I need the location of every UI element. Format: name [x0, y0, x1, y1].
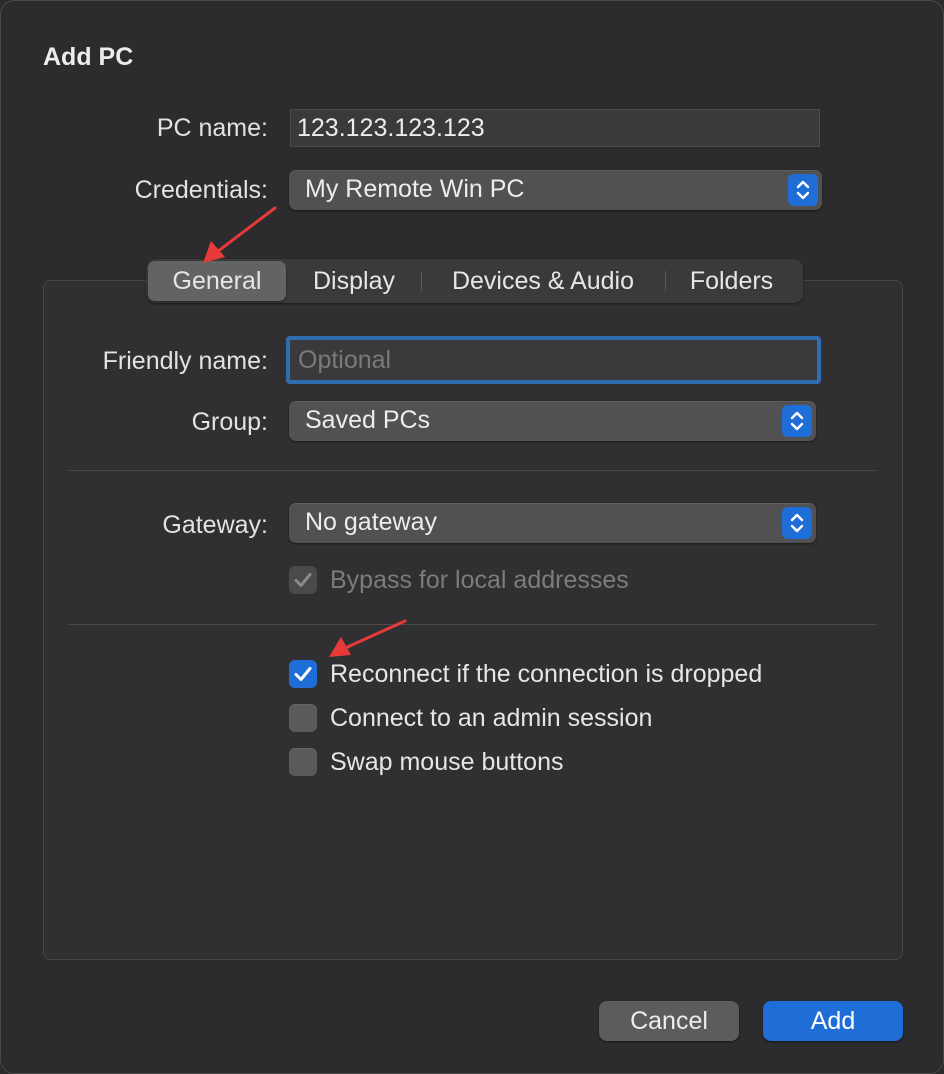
reconnect-checkbox[interactable]	[289, 660, 317, 688]
up-down-chevron-icon	[788, 174, 818, 206]
credentials-popup[interactable]: My Remote Win PC	[289, 170, 822, 210]
pc-name-label: PC name:	[156, 114, 268, 142]
credentials-value: My Remote Win PC	[305, 175, 525, 203]
up-down-chevron-icon	[782, 507, 812, 539]
gateway-popup[interactable]: No gateway	[289, 503, 816, 543]
section-divider	[69, 470, 877, 471]
credentials-label: Credentials:	[134, 176, 268, 204]
pc-name-value: 123.123.123.123	[297, 114, 485, 142]
swap-mouse-label[interactable]: Swap mouse buttons	[330, 748, 563, 777]
admin-session-checkbox[interactable]	[289, 704, 317, 732]
swap-mouse-checkbox[interactable]	[289, 748, 317, 776]
admin-session-label[interactable]: Connect to an admin session	[330, 704, 652, 733]
checkmark-icon	[294, 667, 312, 681]
add-button[interactable]: Add	[763, 1001, 903, 1041]
cancel-button[interactable]: Cancel	[599, 1001, 739, 1041]
gateway-value: No gateway	[305, 508, 438, 536]
up-down-chevron-icon	[782, 405, 812, 437]
annotation-arrow-icon	[329, 619, 407, 657]
group-popup[interactable]: Saved PCs	[289, 401, 816, 441]
dialog-title: Add PC	[43, 43, 134, 71]
friendly-name-input[interactable]	[290, 340, 817, 380]
add-pc-dialog: Add PC PC name: 123.123.123.123 Credenti…	[0, 0, 944, 1074]
bypass-local-label: Bypass for local addresses	[330, 566, 629, 594]
friendly-name-field-focus-ring	[286, 336, 821, 384]
tab-display[interactable]: Display	[288, 261, 420, 301]
tab-general[interactable]: General	[148, 261, 286, 301]
section-divider	[69, 624, 877, 625]
gateway-label: Gateway:	[162, 511, 268, 539]
bypass-local-checkbox	[289, 566, 317, 594]
friendly-name-label: Friendly name:	[102, 347, 268, 375]
annotation-arrow-icon	[203, 206, 277, 263]
tab-folders[interactable]: Folders	[666, 261, 797, 301]
checkmark-icon	[294, 573, 312, 587]
pc-name-field[interactable]: 123.123.123.123	[290, 109, 820, 147]
group-label: Group:	[191, 408, 268, 436]
reconnect-label[interactable]: Reconnect if the connection is dropped	[330, 660, 762, 689]
tab-devices-audio[interactable]: Devices & Audio	[422, 261, 664, 301]
group-value: Saved PCs	[305, 406, 431, 434]
